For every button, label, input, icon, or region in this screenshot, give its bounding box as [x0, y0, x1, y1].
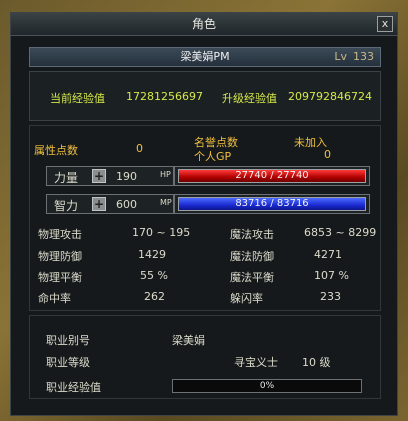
gp-value: 0: [324, 148, 331, 161]
character-window: 角色 x 梁美娟PM Lv 133 当前经验值 17281256697 升级经验值…: [10, 12, 398, 416]
job-exp-label: 职业经验值: [46, 381, 101, 394]
character-name-bar: 梁美娟PM Lv 133: [29, 47, 381, 67]
hp-bar: 27740 / 27740: [178, 169, 366, 183]
mp-label: MP: [160, 198, 172, 207]
intellect-label: 智力: [54, 199, 79, 213]
intellect-value: 600: [116, 198, 137, 211]
level-display: Lv 133: [328, 48, 374, 66]
phys-def-value: 1429: [138, 248, 166, 261]
guild-status: 未加入: [294, 136, 327, 149]
strength-value: 190: [116, 170, 137, 183]
window-titlebar[interactable]: 角色 x: [11, 13, 397, 36]
hp-text: 27740 / 27740: [235, 170, 309, 181]
phys-atk-value: 170 ~ 195: [132, 226, 191, 239]
mag-def-label: 魔法防御: [230, 250, 274, 263]
dodge-rate-label: 躲闪率: [230, 292, 263, 305]
job-level-label: 职业等级: [46, 356, 90, 369]
attr-points-label: 属性点数: [34, 144, 78, 157]
mp-text: 83716 / 83716: [235, 198, 309, 209]
mp-bar: 83716 / 83716: [178, 197, 366, 211]
hit-rate-value: 262: [144, 290, 165, 303]
job-panel: 职业别号 梁美娟 职业等级 寻宝义士 10 级 职业经验值 0%: [29, 315, 381, 399]
job-class-name: 寻宝义士: [234, 356, 278, 369]
strength-label: 力量: [54, 171, 79, 185]
job-exp-bar: 0%: [172, 379, 362, 393]
mag-bal-label: 魔法平衡: [230, 271, 274, 284]
mag-def-value: 4271: [314, 248, 342, 261]
character-name: 梁美娟PM: [180, 50, 230, 63]
job-alias-label: 职业别号: [46, 334, 90, 347]
next-exp-value: 209792846724: [288, 90, 372, 103]
level-value: 133: [353, 50, 374, 63]
mag-atk-label: 魔法攻击: [230, 228, 274, 241]
phys-bal-label: 物理平衡: [38, 271, 82, 284]
job-alias-value: 梁美娟: [172, 334, 205, 347]
job-exp-text: 0%: [259, 381, 275, 391]
window-title: 角色: [191, 17, 216, 31]
intellect-plus-button[interactable]: +: [92, 197, 106, 211]
close-icon[interactable]: x: [377, 16, 393, 32]
hp-label: HP: [160, 170, 171, 179]
experience-panel: 当前经验值 17281256697 升级经验值 209792846724: [29, 71, 381, 121]
mag-bal-value: 107 %: [314, 269, 349, 282]
next-exp-label: 升级经验值: [222, 92, 277, 105]
phys-atk-label: 物理攻击: [38, 228, 82, 241]
phys-def-label: 物理防御: [38, 250, 82, 263]
current-exp-value: 17281256697: [126, 90, 203, 103]
strength-plus-button[interactable]: +: [92, 169, 106, 183]
job-class-level: 10 级: [302, 356, 331, 369]
hit-rate-label: 命中率: [38, 292, 71, 305]
dodge-rate-value: 233: [320, 290, 341, 303]
level-label: Lv: [334, 50, 347, 63]
phys-bal-value: 55 %: [140, 269, 168, 282]
attr-points-value: 0: [136, 142, 143, 155]
current-exp-label: 当前经验值: [50, 92, 105, 105]
mag-atk-value: 6853 ~ 8299: [304, 226, 377, 239]
stats-panel: 属性点数 0 名誉点数 个人GP 未加入 0 力量 + 190 HP 27740…: [29, 125, 381, 311]
personal-gp-label: 个人GP: [194, 150, 232, 163]
